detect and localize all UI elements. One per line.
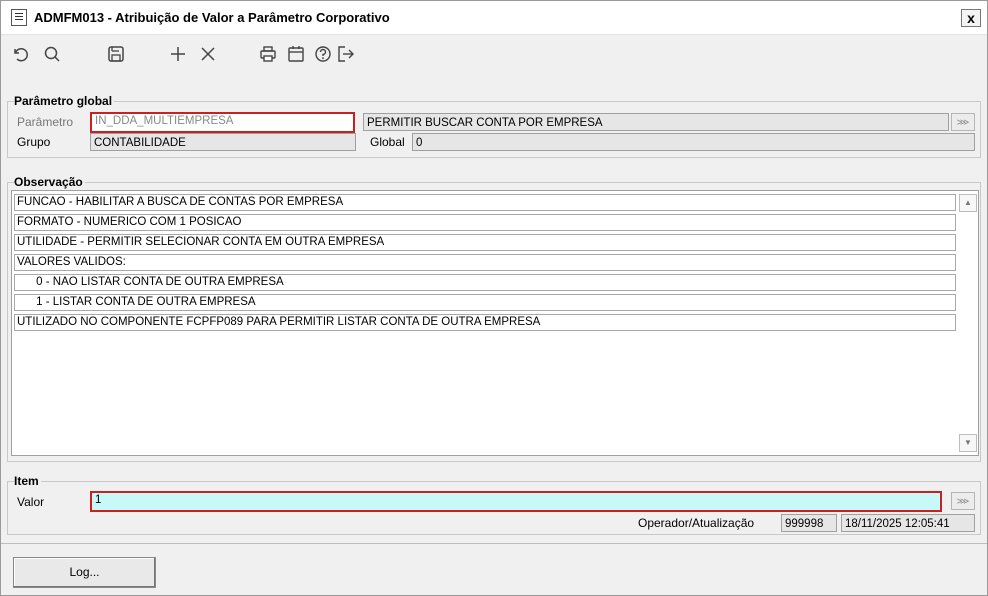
observacao-line: 1 - LISTAR CONTA DE OUTRA EMPRESA [14,294,956,311]
delete-icon [201,47,215,61]
add-icon [171,47,185,61]
observacao-line: UTILIZADO NO COMPONENTE FCPFP089 PARA PE… [14,314,956,331]
valor-label: Valor [17,495,45,509]
parametro-lookup-button[interactable]: ⋙ [951,113,975,131]
undo-icon [14,48,28,62]
observacao-legend: Observação [14,175,85,189]
global-field: 0 [412,133,975,151]
valor-input[interactable]: 1 [90,491,942,512]
valor-lookup-button[interactable]: ⋙ [951,492,975,510]
parametro-description-field: PERMITIR BUSCAR CONTA POR EMPRESA [363,113,949,131]
search-button[interactable] [39,41,65,67]
operador-atualizacao-label: Operador/Atualização [638,516,755,530]
undo-button[interactable] [7,41,33,67]
save-button[interactable] [103,41,129,67]
toolbar [1,35,987,75]
atualizacao-field: 18/11/2025 12:05:41 [841,514,975,532]
observacao-line: FORMATO - NUMERICO COM 1 POSICAO [14,214,956,231]
observacao-line: 0 - NAO LISTAR CONTA DE OUTRA EMPRESA [14,274,956,291]
bottom-separator [1,543,987,544]
observacao-line: UTILIDADE - PERMITIR SELECIONAR CONTA EM… [14,234,956,251]
lookup-icon: ⋙ [956,117,970,127]
document-icon [11,9,27,26]
item-legend: Item [14,474,41,488]
global-label: Global [370,135,405,149]
calendar-button[interactable] [283,41,309,67]
observacao-text-area[interactable]: FUNCAO - HABILITAR A BUSCA DE CONTAS POR… [11,190,979,456]
arrow-up-icon: ▲ [964,198,972,207]
grupo-field: CONTABILIDADE [90,133,356,151]
grupo-label: Grupo [17,135,51,149]
scroll-down-button[interactable]: ▼ [959,434,977,452]
window-title: ADMFM013 - Atribuição de Valor a Parâmet… [34,10,390,25]
add-button[interactable] [165,41,191,67]
close-button[interactable]: x [961,9,981,27]
observacao-line: FUNCAO - HABILITAR A BUSCA DE CONTAS POR… [14,194,956,211]
save-icon [108,46,124,62]
title-bar: ADMFM013 - Atribuição de Valor a Parâmet… [1,1,987,35]
delete-button[interactable] [195,41,221,67]
search-icon [44,46,60,62]
exit-icon [338,46,354,62]
scroll-up-button[interactable]: ▲ [959,194,977,212]
help-icon [315,46,331,62]
print-icon [260,46,276,62]
application-window: ADMFM013 - Atribuição de Valor a Parâmet… [0,0,988,596]
parametro-input[interactable]: IN_DDA_MULTIEMPRESA [90,112,355,133]
parametro-label: Parâmetro [17,115,74,129]
exit-button[interactable] [333,41,359,67]
arrow-down-icon: ▼ [964,438,972,447]
operador-field: 999998 [781,514,837,532]
parametro-global-legend: Parâmetro global [14,94,115,108]
calendar-icon [288,46,304,62]
log-button[interactable]: Log... [13,557,156,588]
observacao-line: VALORES VALIDOS: [14,254,956,271]
observacao-scrollbar[interactable]: ▲ ▼ [959,192,977,452]
print-button[interactable] [255,41,281,67]
lookup-icon: ⋙ [956,496,970,506]
